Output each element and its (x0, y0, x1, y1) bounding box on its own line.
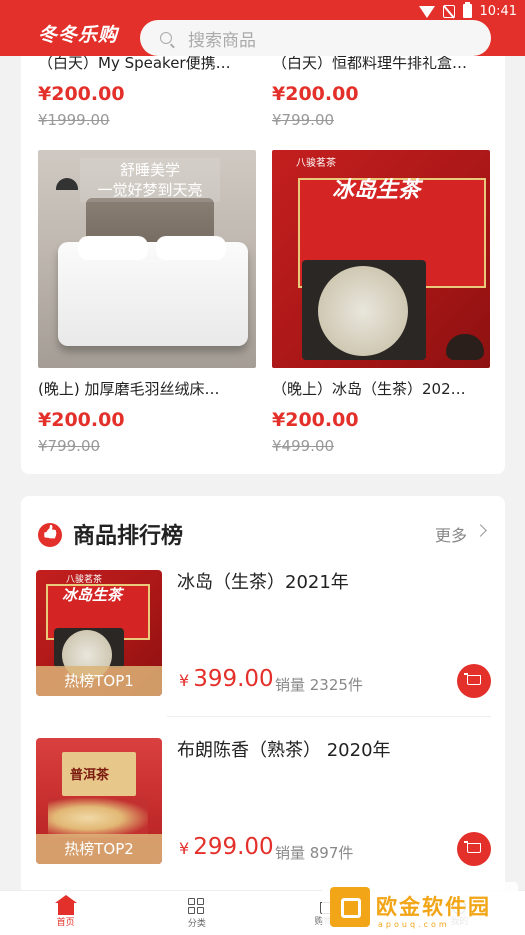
ranking-header: 商品排行榜 更多 (21, 496, 505, 566)
add-to-cart-button[interactable] (457, 664, 491, 698)
wifi-icon (418, 6, 435, 18)
rank-badge: 热榜TOP2 (36, 834, 162, 864)
flower-shape (48, 798, 148, 838)
watermark: 欧金软件园 apouq.com (322, 882, 518, 932)
search-icon (160, 32, 172, 44)
watermark-subtext: apouq.com (378, 920, 450, 929)
watermark-text: 欧金软件园 (376, 895, 491, 919)
product-old-price: ¥499.00 (272, 437, 335, 455)
ranking-section: 商品排行榜 更多 八骏茗茶 冰岛生茶 热榜TOP1 冰岛（生茶）2021年 ¥3… (21, 496, 505, 896)
thumbs-up-icon (38, 523, 62, 547)
status-bar: 10:41 (418, 0, 517, 22)
chevron-right-icon[interactable] (474, 524, 487, 537)
add-to-cart-button[interactable] (457, 832, 491, 866)
lamp-shape (56, 178, 78, 190)
product-name: （晚上）冰岛（生茶）202… (272, 380, 466, 398)
product-image[interactable]: 舒睡美学 一觉好梦到天亮 (38, 150, 256, 368)
tea-cake-shape (318, 266, 408, 356)
product-old-price: ¥799.00 (272, 111, 335, 129)
status-time: 10:41 (479, 3, 517, 19)
ranking-item-sales: 销量 897件 (275, 844, 354, 862)
search-placeholder: 搜索商品 (188, 30, 256, 51)
ranking-item-price: ¥299.00 (179, 834, 274, 860)
currency-symbol: ¥ (179, 839, 190, 858)
price-value: 299.00 (193, 834, 274, 860)
pillow-shape (156, 236, 226, 260)
image-caption: 舒睡美学 一觉好梦到天亮 (80, 158, 220, 202)
currency-symbol: ¥ (179, 671, 190, 690)
product-old-price: ¥1999.00 (38, 111, 110, 129)
ranking-item-name: 冰岛（生茶）2021年 (177, 572, 349, 593)
image-caption: 普洱茶 (70, 768, 110, 783)
ranking-item[interactable]: 八骏茗茶 冰岛生茶 热榜TOP1 冰岛（生茶）2021年 ¥399.00 销量 … (21, 568, 505, 736)
ranking-title: 商品排行榜 (73, 524, 184, 549)
product-price: ¥200.00 (272, 83, 359, 105)
product-price: ¥200.00 (38, 83, 125, 105)
product-card[interactable]: （白天）My Speaker便携… ¥200.00 ¥1999.00 (38, 52, 256, 129)
teapot-shape (446, 334, 484, 360)
nav-label: 首页 (56, 918, 75, 928)
image-caption: 冰岛生茶 (332, 178, 421, 203)
caption-line-2: 一觉好梦到天亮 (97, 181, 203, 199)
battery-icon (462, 2, 472, 18)
more-link[interactable]: 更多 (435, 522, 467, 546)
watermark-logo-icon (330, 887, 370, 927)
price-value: 399.00 (193, 666, 274, 692)
product-image[interactable]: 八骏茗茶 冰岛生茶 (272, 150, 490, 368)
product-card[interactable]: （白天）恒都料理牛排礼盒… ¥200.00 ¥799.00 (272, 52, 490, 129)
ranking-item-price: ¥399.00 (179, 666, 274, 692)
search-input[interactable]: 搜索商品 (140, 20, 491, 56)
nav-label: 分类 (187, 918, 206, 929)
product-name: (晚上) 加厚磨毛羽丝绒床… (38, 380, 220, 398)
product-price: ¥200.00 (38, 409, 125, 431)
no-sim-icon (442, 4, 455, 18)
home-icon (54, 895, 77, 915)
app-header: 10:41 冬冬乐购 搜索商品 (0, 0, 525, 56)
ranking-image[interactable]: 普洱茶 热榜TOP2 (36, 738, 162, 864)
app-logo: 冬冬乐购 (38, 24, 119, 46)
nav-home[interactable]: 首页 (0, 891, 131, 935)
image-brand: 八骏茗茶 (296, 158, 336, 169)
product-card[interactable]: 舒睡美学 一觉好梦到天亮 (晚上) 加厚磨毛羽丝绒床… ¥200.00 ¥799… (38, 150, 256, 455)
category-icon (187, 897, 206, 914)
pillow-shape (78, 236, 148, 260)
image-caption: 冰岛生茶 (62, 586, 123, 604)
product-card[interactable]: 八骏茗茶 冰岛生茶 （晚上）冰岛（生茶）202… ¥200.00 ¥499.00 (272, 150, 490, 455)
product-price: ¥200.00 (272, 409, 359, 431)
caption-line-1: 舒睡美学 (119, 161, 180, 179)
rank-badge: 热榜TOP1 (36, 666, 162, 696)
ranking-item-name: 布朗陈香（熟茶） 2020年 (177, 740, 391, 761)
product-grid: （白天）My Speaker便携… ¥200.00 ¥1999.00 （白天）恒… (21, 40, 505, 474)
ranking-item-sales: 销量 2325件 (275, 676, 363, 694)
nav-category[interactable]: 分类 (131, 891, 262, 935)
ranking-image[interactable]: 八骏茗茶 冰岛生茶 热榜TOP1 (36, 570, 162, 696)
ranking-item[interactable]: 普洱茶 热榜TOP2 布朗陈香（熟茶） 2020年 ¥299.00 销量 897… (21, 736, 505, 896)
divider (167, 716, 491, 717)
product-old-price: ¥799.00 (38, 437, 101, 455)
